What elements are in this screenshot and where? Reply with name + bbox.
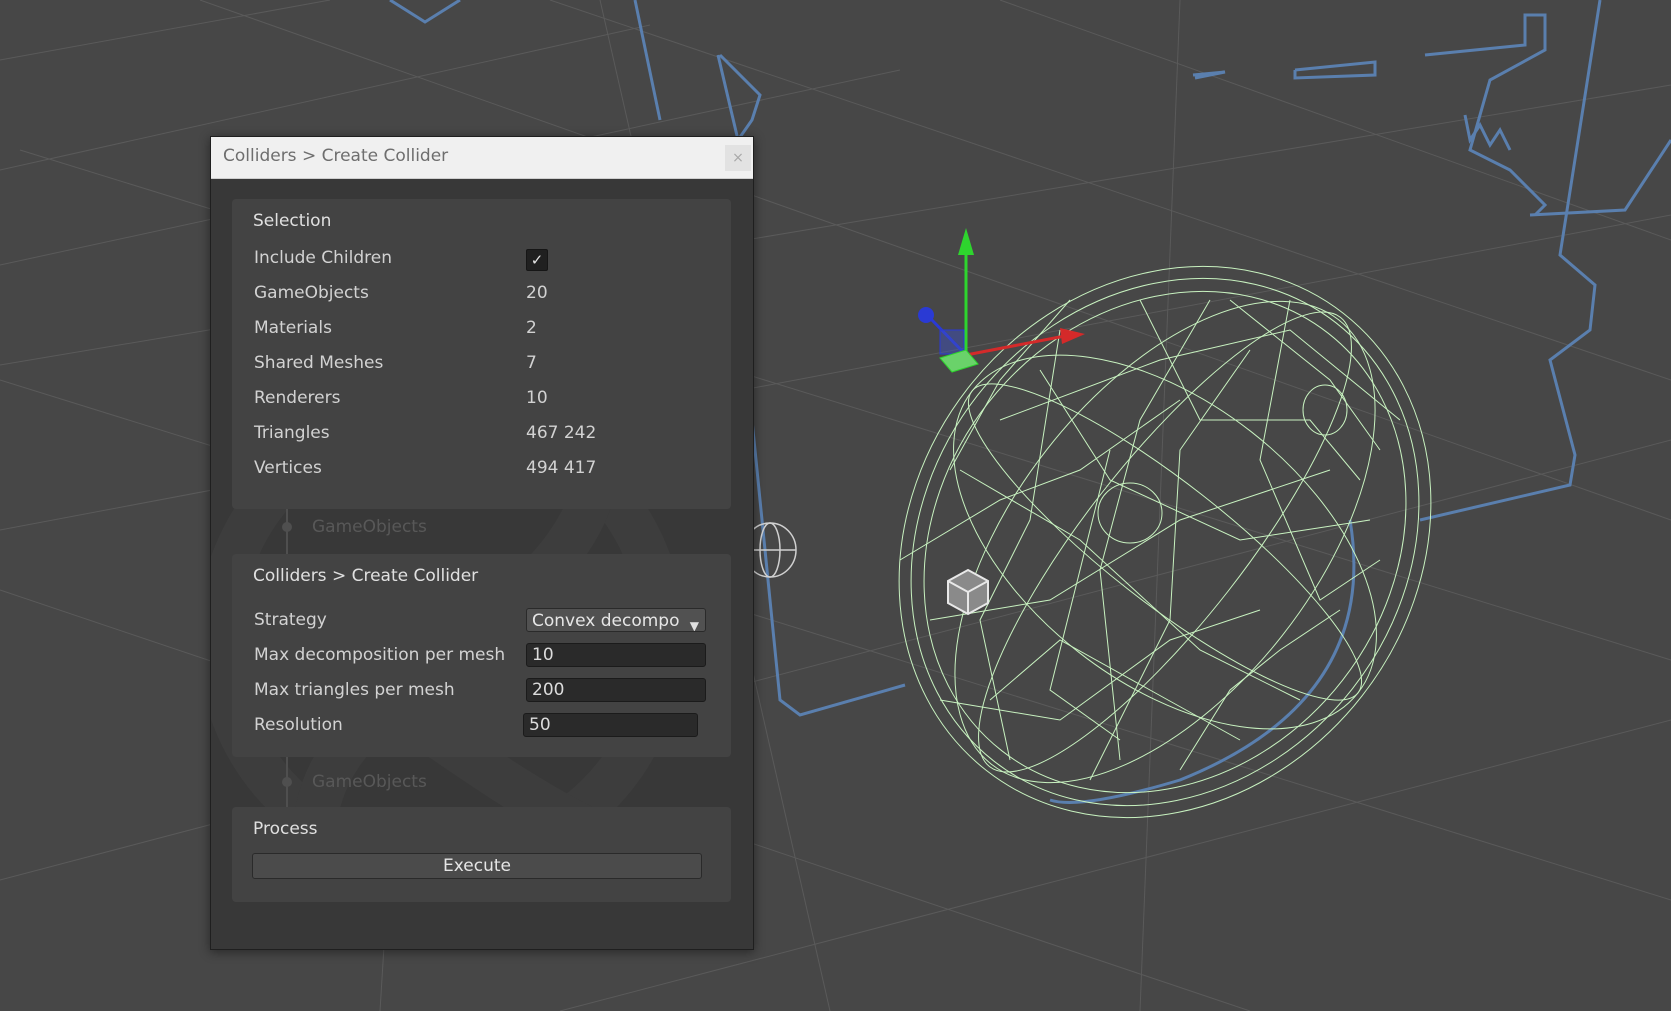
vertices-value: 494 417 xyxy=(526,458,597,478)
max-triangles-field[interactable] xyxy=(526,678,706,702)
connector-node xyxy=(282,522,292,532)
close-icon[interactable]: × xyxy=(725,145,751,171)
renderers-value: 10 xyxy=(526,388,548,408)
include-children-checkbox[interactable]: ✓ xyxy=(526,249,548,271)
connector-node xyxy=(282,777,292,787)
connector-label: GameObjects xyxy=(312,772,427,792)
window-titlebar[interactable]: Colliders > Create Collider × xyxy=(211,137,753,179)
triangles-value: 467 242 xyxy=(526,423,597,443)
shared-meshes-value: 7 xyxy=(526,353,537,373)
max-decomposition-field[interactable] xyxy=(526,643,706,667)
strategy-dropdown[interactable]: Convex decompo ▼ xyxy=(526,608,706,632)
include-children-label: Include Children xyxy=(254,248,393,268)
resolution-field[interactable] xyxy=(523,713,698,737)
vertices-label: Vertices xyxy=(254,458,322,478)
transform-gizmo[interactable] xyxy=(918,228,1085,373)
gameobjects-value: 20 xyxy=(526,283,548,303)
selection-section: Selection Include Children ✓ GameObjects… xyxy=(232,199,731,509)
shared-meshes-label: Shared Meshes xyxy=(254,353,384,373)
strategy-label: Strategy xyxy=(254,610,327,630)
max-decomposition-label: Max decomposition per mesh xyxy=(254,645,506,665)
create-collider-section: Colliders > Create Collider Strategy Con… xyxy=(232,554,731,757)
gameobjects-label: GameObjects xyxy=(254,283,369,303)
selection-title: Selection xyxy=(253,211,332,231)
materials-label: Materials xyxy=(254,318,332,338)
execute-button[interactable]: Execute xyxy=(252,853,702,879)
process-title: Process xyxy=(253,819,318,839)
max-triangles-label: Max triangles per mesh xyxy=(254,680,455,700)
chevron-down-icon: ▼ xyxy=(689,619,699,632)
window-title: Colliders > Create Collider xyxy=(223,146,449,166)
renderers-label: Renderers xyxy=(254,388,341,408)
connector-label: GameObjects xyxy=(312,517,427,537)
create-collider-title: Colliders > Create Collider xyxy=(253,566,479,586)
cube-icon xyxy=(947,568,989,616)
strategy-dropdown-value: Convex decompo xyxy=(532,611,680,631)
wireframe-mesh xyxy=(898,265,1432,819)
resolution-label: Resolution xyxy=(254,715,343,735)
create-collider-window: Colliders > Create Collider × Selection … xyxy=(210,136,754,950)
materials-value: 2 xyxy=(526,318,537,338)
triangles-label: Triangles xyxy=(254,423,330,443)
process-section: Process Execute xyxy=(232,807,731,902)
